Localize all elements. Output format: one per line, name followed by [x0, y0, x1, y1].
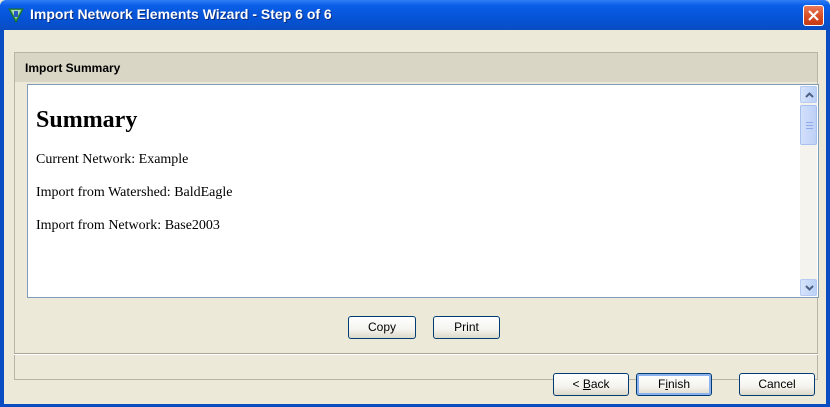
summary-line-import-watershed: Import from Watershed: BaldEagle: [36, 185, 233, 200]
footer-separator: [14, 353, 818, 355]
thumb-grip-line: [806, 128, 813, 129]
back-prefix: <: [572, 377, 583, 391]
close-icon: [808, 10, 819, 21]
summary-heading: Summary: [36, 107, 138, 133]
cancel-button[interactable]: Cancel: [739, 373, 815, 396]
chevron-down-icon: [805, 285, 814, 291]
scroll-up-button[interactable]: [800, 86, 817, 103]
network-wizard-icon: [8, 7, 24, 24]
back-label-rest: ack: [590, 377, 610, 391]
title-bar[interactable]: Import Network Elements Wizard - Step 6 …: [0, 0, 830, 30]
back-button[interactable]: < Back: [553, 373, 629, 396]
thumb-grip-line: [806, 122, 813, 123]
close-button[interactable]: [803, 5, 824, 26]
thumb-grip-line: [806, 125, 813, 126]
copy-button[interactable]: Copy: [348, 316, 416, 339]
group-header: Import Summary: [14, 52, 818, 82]
window-frame-left: [0, 30, 4, 407]
finish-label-rest: nish: [668, 377, 691, 391]
window-frame-right: [826, 30, 830, 407]
chevron-up-icon: [805, 92, 814, 98]
scroll-thumb[interactable]: [800, 105, 817, 145]
vertical-scrollbar[interactable]: [800, 86, 817, 296]
summary-line-import-network: Import from Network: Base2003: [36, 218, 220, 233]
summary-line-current-network: Current Network: Example: [36, 152, 189, 167]
window-title: Import Network Elements Wizard - Step 6 …: [30, 6, 332, 22]
summary-content: Summary Current Network: Example Import …: [36, 97, 796, 251]
wizard-window: Import Network Elements Wizard - Step 6 …: [0, 0, 830, 407]
finish-button[interactable]: Finish: [636, 373, 712, 396]
back-accelerator: B: [582, 377, 591, 391]
group-header-label: Import Summary: [25, 61, 121, 75]
scroll-down-button[interactable]: [800, 279, 817, 296]
print-button[interactable]: Print: [433, 316, 500, 339]
summary-text-area[interactable]: Summary Current Network: Example Import …: [27, 84, 819, 298]
